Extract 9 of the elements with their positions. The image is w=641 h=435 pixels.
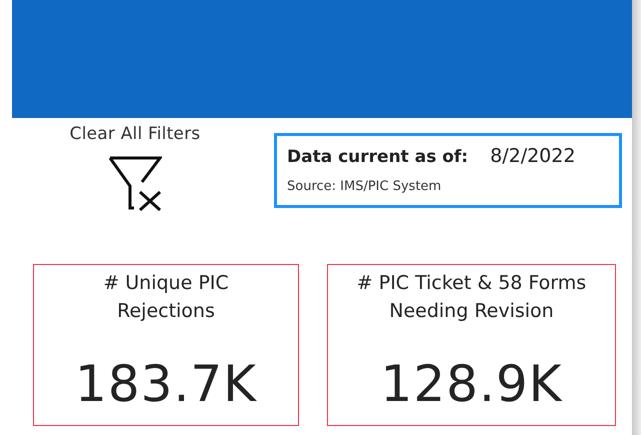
kpi-title: # PIC Ticket & 58 Forms Needing Revision [356,270,588,324]
data-date: 8/2/2022 [490,144,576,169]
clear-filters-label: Clear All Filters [70,123,200,146]
kpi-value: 183.7K [75,354,257,414]
source-text: Source: IMS/PIC System [287,178,442,196]
data-current-label: Data current as of: [287,146,468,169]
clear-filter-icon[interactable] [108,156,162,212]
kpi-title: # Unique PIC Rejections [102,270,230,324]
kpi-value: 128.9K [380,354,562,414]
